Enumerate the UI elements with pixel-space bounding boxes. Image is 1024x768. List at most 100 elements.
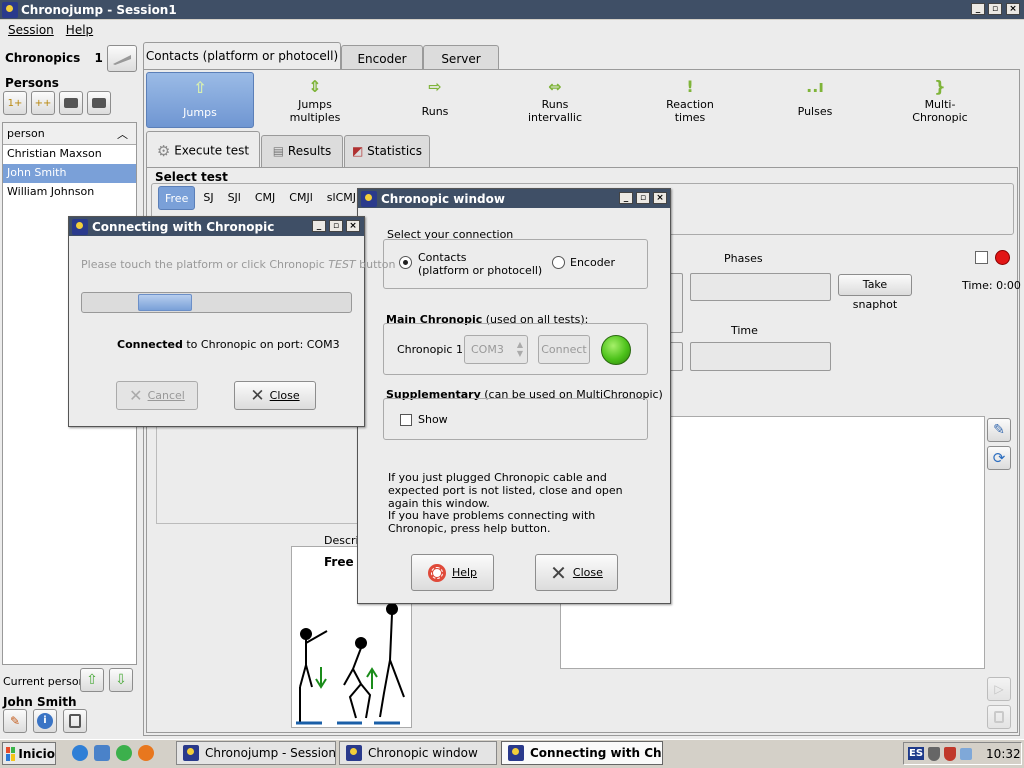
delete-test-button[interactable] bbox=[987, 705, 1011, 729]
chronopic-minimize-button[interactable]: _ bbox=[619, 192, 633, 204]
connecting-maximize-button[interactable]: ▫ bbox=[329, 220, 343, 232]
take-snapshot-button[interactable]: Take snaphot bbox=[838, 274, 912, 311]
contacts-radio[interactable] bbox=[399, 256, 412, 269]
persons-toolbar: 1+ ++ bbox=[3, 91, 111, 115]
encoder-radio[interactable] bbox=[552, 256, 565, 269]
maximize-button[interactable]: ▫ bbox=[988, 3, 1002, 15]
connecting-close-label: Close bbox=[269, 389, 300, 402]
window-title: Chronojump - Session1 bbox=[21, 2, 177, 17]
next-person-button[interactable]: ⇩ bbox=[109, 668, 133, 692]
person-list-header[interactable]: person ︿ bbox=[3, 123, 136, 145]
contacts-radio-dot bbox=[403, 260, 408, 265]
chronopics-text: Chronopics bbox=[5, 51, 81, 65]
select-test-button[interactable]: slCMJ bbox=[321, 186, 362, 210]
import-persons-button[interactable] bbox=[87, 91, 111, 115]
test-type-button[interactable]: ⇔ Runs intervallic bbox=[501, 72, 609, 128]
taskbar-task[interactable]: Connecting with Chro... bbox=[501, 741, 663, 765]
current-person-label: Current person bbox=[3, 675, 86, 688]
refresh-icon: ⟳ bbox=[992, 449, 1006, 467]
antivirus-icon[interactable] bbox=[944, 746, 957, 761]
refresh-button[interactable]: ⟳ bbox=[987, 446, 1011, 470]
chronopic-1-label: Chronopic 1 bbox=[397, 343, 463, 356]
select-test-button[interactable]: SJl bbox=[222, 186, 247, 210]
edit-person-button[interactable]: ✎ bbox=[3, 709, 27, 733]
test-type-button[interactable]: ! Reaction times bbox=[636, 72, 744, 128]
port-value: COM3 bbox=[471, 343, 504, 356]
person-row[interactable]: Christian Maxson bbox=[3, 145, 136, 164]
add-person-icon: 1+ bbox=[7, 97, 23, 109]
connecting-close-button[interactable]: ✕ Close bbox=[234, 381, 316, 410]
select-test-button[interactable]: Free bbox=[158, 186, 196, 210]
select-test-button[interactable]: CMJ bbox=[249, 186, 281, 210]
status-bold: Connected bbox=[117, 338, 183, 351]
test-type-button[interactable]: ⇧ Jumps bbox=[146, 72, 254, 128]
tab-contacts-label: Contacts (platform or photocell) bbox=[145, 49, 339, 63]
phases-label: Phases bbox=[724, 252, 763, 265]
test-type-button[interactable]: ⇕ Jumps multiples bbox=[261, 72, 369, 128]
start-button[interactable]: Inicio bbox=[2, 742, 56, 765]
tab-execute-test[interactable]: ⚙ Execute test bbox=[146, 131, 260, 167]
add-person-button[interactable]: 1+ bbox=[3, 91, 27, 115]
tab-encoder[interactable]: Encoder bbox=[341, 45, 423, 69]
person-row[interactable]: William Johnson bbox=[3, 183, 136, 202]
chronojump-app-icon bbox=[2, 1, 18, 18]
internet-explorer-icon[interactable] bbox=[72, 745, 88, 761]
chronopic-connect-button[interactable] bbox=[107, 45, 137, 72]
person-row[interactable]: John Smith bbox=[3, 164, 136, 183]
person-info-button[interactable]: i bbox=[33, 709, 57, 733]
tab-statistics-label: Statistics bbox=[367, 144, 423, 158]
cancel-button[interactable]: ✕ Cancel bbox=[116, 381, 198, 410]
select-test-button[interactable]: CMJl bbox=[283, 186, 318, 210]
load-persons-button[interactable] bbox=[59, 91, 83, 115]
show-desktop-icon[interactable] bbox=[94, 745, 110, 761]
port-spinner[interactable]: COM3 ▲ ▼ bbox=[464, 335, 528, 364]
person-column-header: person bbox=[7, 127, 45, 140]
chronopic-close-button[interactable]: ✕ Close bbox=[535, 554, 618, 591]
time-label: Time bbox=[731, 324, 758, 337]
tab-server[interactable]: Server bbox=[423, 45, 499, 69]
statistics-chart-icon: ◩ bbox=[351, 144, 364, 158]
firefox-icon[interactable] bbox=[138, 745, 154, 761]
connecting-minimize-button[interactable]: _ bbox=[312, 220, 326, 232]
tab-contacts[interactable]: Contacts (platform or photocell) bbox=[143, 42, 341, 69]
chronopic-maximize-button[interactable]: ▫ bbox=[636, 192, 650, 204]
test-type-button[interactable]: ⇨ Runs bbox=[381, 72, 489, 128]
tab-statistics[interactable]: ◩ Statistics bbox=[344, 135, 430, 167]
show-checkbox[interactable] bbox=[400, 414, 412, 426]
system-tray: ES 10:32 bbox=[903, 742, 1022, 765]
select-test-button[interactable]: SJ bbox=[197, 186, 219, 210]
previous-person-button[interactable]: ⇧ bbox=[80, 668, 104, 692]
close-button[interactable]: × bbox=[1006, 3, 1020, 15]
record-checkbox[interactable] bbox=[975, 251, 988, 264]
tab-results[interactable]: ▤ Results bbox=[261, 135, 343, 167]
delete-person-button[interactable] bbox=[63, 709, 87, 733]
connecting-close-x-button[interactable]: × bbox=[346, 220, 360, 232]
help-button[interactable]: Help bbox=[411, 554, 494, 591]
edit-icon: ✎ bbox=[9, 714, 21, 728]
connection-status: Connected to Chronopic on port: COM3 bbox=[117, 338, 340, 351]
connect-button[interactable]: Connect bbox=[538, 335, 590, 364]
language-indicator[interactable]: ES bbox=[908, 747, 925, 760]
edit-test-button[interactable]: ✎ bbox=[987, 418, 1011, 442]
close-x-icon: ✕ bbox=[550, 560, 567, 585]
minimize-button[interactable]: _ bbox=[971, 3, 985, 15]
media-player-icon[interactable] bbox=[116, 745, 132, 761]
test-type-button[interactable]: ..ı Pulses bbox=[761, 72, 869, 128]
taskbar-task[interactable]: Chronojump - Session1 bbox=[176, 741, 336, 765]
menu-help[interactable]: Help bbox=[66, 23, 93, 37]
test-type-button[interactable]: } Multi- Chronopic bbox=[886, 72, 994, 128]
import-persons-icon bbox=[92, 98, 106, 108]
network-icon[interactable] bbox=[960, 747, 973, 760]
gears-icon: ⚙ bbox=[156, 142, 171, 160]
security-shield-icon[interactable] bbox=[928, 746, 941, 761]
chronopic-window: Chronopic window _ ▫ × Select your conne… bbox=[357, 188, 671, 604]
chronopic-close-x-button[interactable]: × bbox=[653, 192, 667, 204]
load-persons-icon bbox=[64, 98, 78, 108]
up-arrow-icon: ⇧ bbox=[86, 672, 98, 688]
add-multiple-persons-button[interactable]: ++ bbox=[31, 91, 55, 115]
add-multiple-persons-icon: ++ bbox=[34, 97, 52, 109]
taskbar-task[interactable]: Chronopic window bbox=[339, 741, 497, 765]
menu-session[interactable]: Session bbox=[8, 23, 54, 37]
results-document-icon: ▤ bbox=[272, 144, 285, 158]
play-button[interactable]: ▷ bbox=[987, 677, 1011, 701]
